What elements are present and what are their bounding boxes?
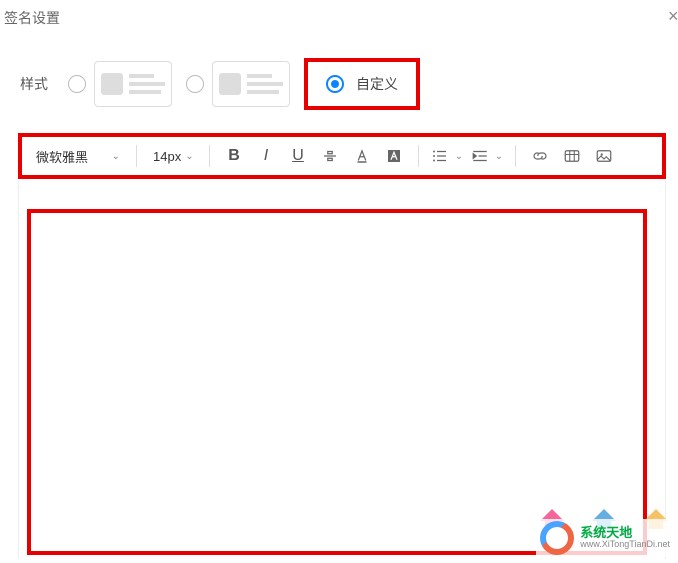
table-button[interactable] (556, 142, 588, 170)
table-icon (563, 147, 581, 165)
signature-editor[interactable] (27, 209, 647, 555)
font-color-icon (353, 147, 371, 165)
highlight-button[interactable] (378, 142, 410, 170)
underline-button[interactable]: U (282, 142, 314, 170)
font-size-select[interactable]: 14px ⌄ (145, 142, 201, 170)
close-icon[interactable]: × (668, 6, 678, 27)
radio-icon (68, 75, 86, 93)
indent-button[interactable]: ⌄ (467, 142, 507, 170)
style-label: 样式 (20, 74, 48, 94)
highlight-icon (385, 147, 403, 165)
template-thumb-1 (94, 61, 172, 107)
watermark-cn: 系统天地 (580, 526, 670, 540)
indent-icon (471, 147, 489, 165)
link-button[interactable] (524, 142, 556, 170)
chevron-down-icon: ⌄ (112, 151, 120, 162)
dialog-title: 签名设置 (4, 8, 60, 28)
strikethrough-icon (321, 147, 339, 165)
watermark-en: www.XiTongTianDi.net (580, 540, 670, 550)
editor-toolbar: 微软雅黑 ⌄ 14px ⌄ B I U ⌄ ⌄ (18, 133, 666, 179)
italic-button[interactable]: I (250, 142, 282, 170)
radio-icon-selected (326, 75, 344, 93)
font-size-value: 14px (153, 149, 181, 164)
list-button[interactable]: ⌄ (427, 142, 467, 170)
chevron-down-icon: ⌄ (495, 151, 503, 162)
font-family-value: 微软雅黑 (36, 147, 88, 166)
style-option-custom[interactable]: 自定义 (304, 58, 420, 110)
link-icon (531, 147, 549, 165)
editor-container (18, 181, 666, 559)
font-color-button[interactable] (346, 142, 378, 170)
style-option-template2[interactable] (186, 61, 290, 107)
watermark: 系统天地 www.XiTongTianDi.net (536, 519, 674, 557)
image-icon (595, 147, 613, 165)
watermark-logo-icon (540, 521, 574, 555)
strikethrough-button[interactable] (314, 142, 346, 170)
bold-button[interactable]: B (218, 142, 250, 170)
template-thumb-2 (212, 61, 290, 107)
list-icon (431, 147, 449, 165)
chevron-down-icon: ⌄ (455, 151, 463, 162)
style-option-template1[interactable] (68, 61, 172, 107)
image-button[interactable] (588, 142, 620, 170)
radio-icon (186, 75, 204, 93)
chevron-down-icon: ⌄ (185, 151, 193, 162)
font-family-select[interactable]: 微软雅黑 ⌄ (28, 142, 128, 170)
style-options-row: 样式 自定义 (20, 58, 420, 110)
custom-option-label: 自定义 (356, 74, 398, 94)
